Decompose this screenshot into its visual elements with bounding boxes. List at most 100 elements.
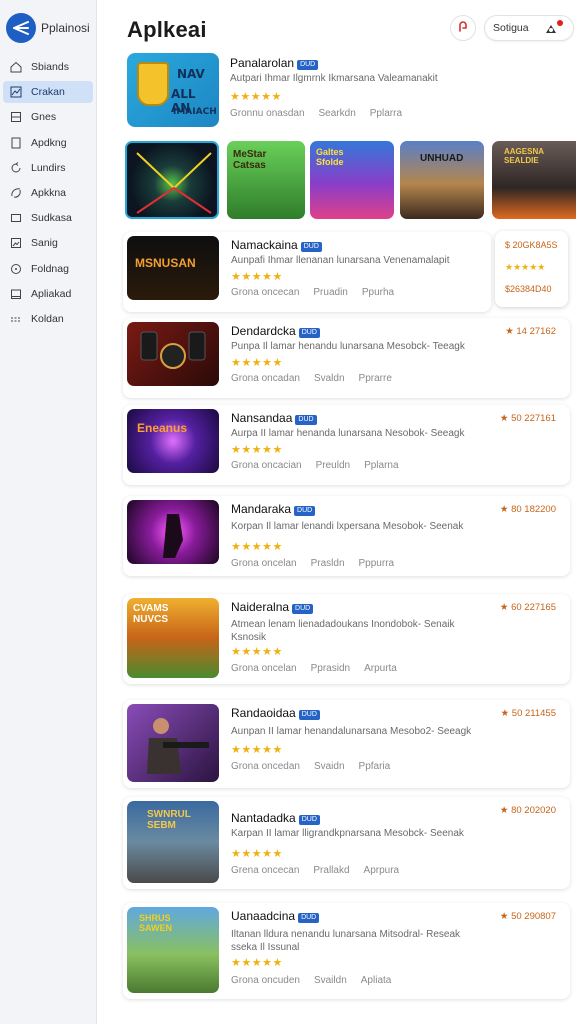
meta-item[interactable]: Pppurra bbox=[359, 558, 395, 569]
app-description-line2: sseka Il Issunal bbox=[231, 942, 300, 953]
featured-app-thumbnail[interactable]: NAV ALL AN IMAIACH bbox=[127, 53, 219, 127]
app-name[interactable]: Randaoidaa DUD bbox=[231, 706, 320, 720]
screenshot-art-text: Galtes Sfolde bbox=[316, 147, 344, 167]
screenshot-2[interactable]: Galtes Sfolde bbox=[310, 141, 394, 219]
app-thumbnail[interactable] bbox=[127, 500, 219, 564]
meta-item[interactable]: Arpurta bbox=[364, 663, 397, 674]
app-description: Iltanan lldura nenandu lunarsana Mitsodr… bbox=[231, 929, 461, 940]
brand[interactable]: Pplainosi bbox=[0, 0, 96, 56]
meta-item[interactable]: Grona oncelan bbox=[231, 663, 297, 674]
thumbnail-art bbox=[140, 331, 206, 369]
meta-item[interactable]: Searkdn bbox=[319, 108, 356, 119]
meta-item[interactable]: Grona oncadan bbox=[231, 373, 300, 384]
app-name[interactable]: Naideralna DUD bbox=[231, 600, 314, 614]
app-name[interactable]: Nantadadka DUD bbox=[231, 811, 320, 825]
meta-item[interactable]: Gronnu onasdan bbox=[230, 108, 305, 119]
settings-label: Sotigua bbox=[493, 22, 529, 34]
sidebar-item-4[interactable]: Lundirs bbox=[3, 157, 93, 179]
thumbnail-art-text: SWNRUL SEBM bbox=[147, 809, 191, 831]
featured-app[interactable]: NAV ALL AN IMAIACH Panalarolan DUD Autpar… bbox=[127, 53, 567, 129]
app-card-4[interactable]: CVAMS NUVCS Naideralna DUD Atmean lenam l… bbox=[123, 594, 570, 684]
app-meta: Grona oncadan Svaldn Pprarre bbox=[231, 373, 406, 384]
app-thumbnail[interactable]: MSNUSAN bbox=[127, 236, 219, 300]
settings-button[interactable]: Sotigua bbox=[484, 15, 574, 41]
app-thumbnail[interactable]: CVAMS NUVCS bbox=[127, 598, 219, 678]
app-card-3[interactable]: Mandaraka DUD Korpan Il lamar lenandi lxp… bbox=[123, 496, 570, 576]
meta-item[interactable]: Grona oncelan bbox=[231, 558, 297, 569]
meta-item[interactable]: Ppfaria bbox=[359, 761, 391, 772]
meta-item[interactable]: Grena oncecan bbox=[231, 865, 299, 876]
app-card-2[interactable]: Eneanus Nansandaa DUD Aurpa II lamar hena… bbox=[123, 405, 570, 485]
app-description: Autpari Ihmar Ilgmrnk Ikmarsana Valeaman… bbox=[230, 73, 438, 84]
meta-item[interactable]: Ppurha bbox=[362, 287, 394, 298]
sidebar-item-1[interactable]: Crakan bbox=[3, 81, 93, 104]
rating-count: ★ 80 202020 bbox=[499, 805, 556, 816]
meta-item[interactable]: Svaildn bbox=[314, 975, 347, 986]
meta-item[interactable]: Svaldn bbox=[314, 373, 345, 384]
sidebar-item-8[interactable]: Foldnag bbox=[3, 258, 93, 280]
app-card-5[interactable]: Randaoidaa DUD Aunpan II lamar henandalun… bbox=[123, 700, 570, 788]
app-thumbnail[interactable]: SHRUS SAWEN bbox=[127, 907, 219, 993]
meta-item[interactable]: Grona oncecan bbox=[231, 287, 299, 298]
app-name-text: Panalarolan bbox=[230, 56, 295, 70]
app-name[interactable]: Mandaraka DUD bbox=[231, 502, 316, 516]
app-description: Aunpan II lamar henandalunarsana Mesobo2… bbox=[231, 726, 472, 737]
app-name[interactable]: Dendardcka DUD bbox=[231, 324, 320, 338]
meta-item[interactable]: Preuldn bbox=[316, 460, 350, 471]
meta-item[interactable]: Aprpura bbox=[364, 865, 400, 876]
app-thumbnail[interactable] bbox=[127, 704, 219, 782]
sidebar-item-10[interactable]: Koldan bbox=[3, 308, 93, 330]
meta-item[interactable]: Pruadin bbox=[313, 287, 347, 298]
app-card-1[interactable]: Dendardcka DUD Punpa Il lamar henandu lun… bbox=[123, 318, 570, 398]
meta-item[interactable]: Apliata bbox=[361, 975, 392, 986]
app-name-text: Uanaadcina bbox=[231, 909, 296, 923]
meta-item[interactable]: Pplarra bbox=[370, 108, 402, 119]
meta-item[interactable]: Pprasidn bbox=[311, 663, 350, 674]
screenshot-art-text: MeStar Catsas bbox=[233, 149, 267, 171]
meta-item[interactable]: Svaidn bbox=[314, 761, 345, 772]
app-name[interactable]: Namackaina DUD bbox=[231, 238, 322, 252]
app-tag: DUD bbox=[298, 710, 320, 720]
meta-item[interactable]: Grona oncuden bbox=[231, 975, 300, 986]
app-tag: DUD bbox=[295, 415, 317, 425]
screenshot-4[interactable]: AAGESNA SEALDIE bbox=[492, 141, 576, 219]
sidebar-item-2[interactable]: Gnes bbox=[3, 106, 93, 128]
app-name[interactable]: Panalarolan DUD bbox=[230, 56, 319, 70]
star-rating: ★★★★★ bbox=[231, 957, 283, 969]
screenshot-1[interactable]: MeStar Catsas bbox=[227, 141, 305, 219]
refresh-icon bbox=[9, 161, 23, 175]
app-tag: DUD bbox=[298, 328, 320, 338]
app-name-text: Namackaina bbox=[231, 238, 298, 252]
price-card[interactable]: $ 20GK8A5S ★★★★★ $26384D40 bbox=[495, 231, 568, 307]
app-name[interactable]: Nansandaa DUD bbox=[231, 411, 317, 425]
app-thumbnail[interactable] bbox=[127, 322, 219, 386]
sidebar-item-label: Gnes bbox=[31, 111, 57, 124]
star-rating: ★★★★★ bbox=[231, 848, 283, 860]
meta-item[interactable]: Pprarre bbox=[359, 373, 392, 384]
screenshot-3[interactable]: UNHUAD bbox=[400, 141, 484, 219]
sidebar-item-0[interactable]: Sbiands bbox=[3, 56, 93, 78]
app-thumbnail[interactable]: Eneanus bbox=[127, 409, 219, 473]
meta-item[interactable]: Prasldn bbox=[311, 558, 345, 569]
app-card-6[interactable]: SWNRUL SEBM Nantadadka DUD Karpan II lama… bbox=[123, 797, 570, 889]
app-thumbnail[interactable]: SWNRUL SEBM bbox=[127, 801, 219, 883]
app-name[interactable]: Uanaadcina DUD bbox=[231, 909, 320, 923]
notifications-button[interactable] bbox=[450, 15, 476, 41]
image-icon bbox=[9, 236, 23, 250]
app-tag: DUD bbox=[297, 60, 319, 70]
sidebar-item-3[interactable]: Apdkng bbox=[3, 132, 93, 154]
thumbnail-art bbox=[147, 718, 209, 774]
meta-item[interactable]: Grona oncacian bbox=[231, 460, 302, 471]
sidebar-item-7[interactable]: Sanig bbox=[3, 232, 93, 254]
meta-item[interactable]: Grona oncedan bbox=[231, 761, 300, 772]
app-card-0[interactable]: MSNUSAN Namackaina DUD Aunpafi Ihmar llen… bbox=[123, 232, 491, 312]
meta-item[interactable]: Prallakd bbox=[313, 865, 349, 876]
sidebar-item-6[interactable]: Sudkasa bbox=[3, 207, 93, 229]
app-card-7[interactable]: SHRUS SAWEN Uanaadcina DUD Iltanan lldura… bbox=[123, 903, 570, 999]
app-name-text: Nantadadka bbox=[231, 811, 296, 825]
screenshot-0[interactable] bbox=[125, 141, 219, 219]
app-meta: Gronnu onasdan Searkdn Pplarra bbox=[230, 108, 416, 119]
sidebar-item-9[interactable]: Apliakad bbox=[3, 283, 93, 305]
sidebar-item-5[interactable]: Apkkna bbox=[3, 182, 93, 204]
meta-item[interactable]: Pplarna bbox=[364, 460, 398, 471]
